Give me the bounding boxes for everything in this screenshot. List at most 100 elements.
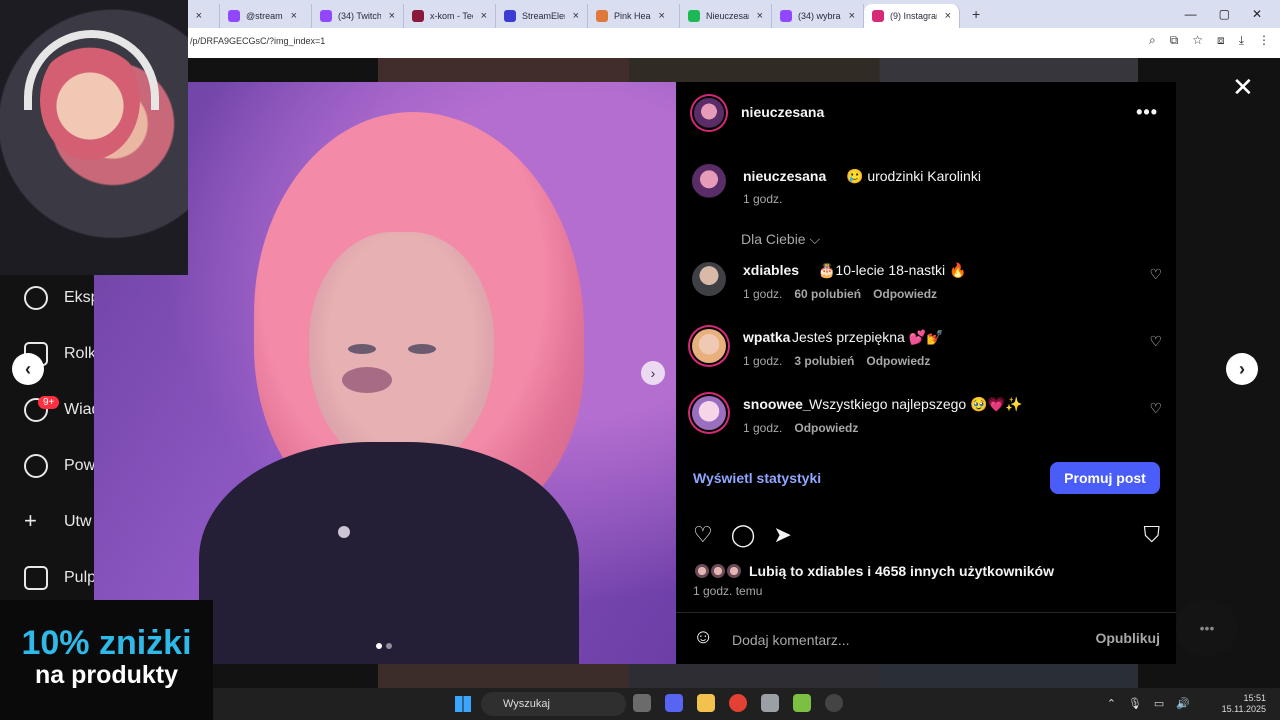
task-view-icon[interactable] xyxy=(633,694,651,712)
header-avatar[interactable] xyxy=(694,98,724,128)
comment-reply[interactable]: Odpowiedz xyxy=(866,354,930,368)
save-icon[interactable]: ⛉ xyxy=(1143,522,1160,548)
comment-avatar[interactable] xyxy=(692,329,726,363)
header-username[interactable]: nieuczesana xyxy=(741,104,824,120)
browser-tab[interactable]: Pink Hea × xyxy=(588,4,680,28)
tab-label: (34) wybrala xyxy=(798,11,841,21)
network-icon[interactable]: ▭ xyxy=(1154,697,1164,710)
zoom-icon[interactable]: ⌕ xyxy=(1149,33,1156,48)
nav-item-explore[interactable]: Eksp xyxy=(24,286,100,310)
nav-item-dashboard[interactable]: Pulp xyxy=(24,566,96,590)
comment-avatar[interactable] xyxy=(692,396,726,430)
app-icon[interactable] xyxy=(761,694,779,712)
minimize-icon[interactable]: — xyxy=(1185,7,1197,21)
tab-label: x-kom - Tech xyxy=(430,11,473,21)
taskbar-clock[interactable]: 15:51 15.11.2025 xyxy=(1222,693,1266,715)
notification-badge: 9+ xyxy=(38,396,60,409)
tab-favicon-icon xyxy=(412,10,424,22)
publish-button[interactable]: Opublikuj xyxy=(1095,630,1160,646)
tab-close-icon[interactable]: × xyxy=(849,10,855,22)
comment-reply[interactable]: Odpowiedz xyxy=(794,421,858,435)
comment-icon[interactable]: ◯ xyxy=(731,522,756,548)
menu-icon[interactable]: ⋮ xyxy=(1258,33,1270,48)
webcam-overlay xyxy=(0,0,188,275)
nav-item-notifications[interactable]: Pow xyxy=(24,454,95,478)
comment-input[interactable] xyxy=(732,628,1072,652)
chrome-icon[interactable] xyxy=(729,694,747,712)
previous-post-button[interactable]: ‹ xyxy=(12,353,44,385)
photo-mouth xyxy=(342,367,392,393)
caption-avatar[interactable] xyxy=(692,164,726,198)
microphone-icon[interactable]: 🎙 xyxy=(1128,697,1142,710)
tab-close-icon[interactable]: × xyxy=(481,10,487,22)
likes-text: Lubią to xdiables i 4658 innych użytkown… xyxy=(749,563,1054,579)
tab-label: StreamElem xyxy=(522,11,565,21)
share-icon[interactable]: ➤ xyxy=(773,522,791,548)
likes-summary[interactable]: Lubią to xdiables i 4658 innych użytkown… xyxy=(693,562,1054,580)
photo-eye xyxy=(348,344,376,354)
comment-username[interactable]: snoowee_ xyxy=(743,396,811,412)
browser-tab[interactable]: x-kom - Tech × xyxy=(404,4,496,28)
tab-close-icon[interactable]: × xyxy=(659,10,665,22)
comments-filter[interactable]: Dla Ciebie ⌵ xyxy=(741,231,820,248)
extensions-icon[interactable]: ⧈ xyxy=(1217,33,1225,48)
more-options-icon[interactable]: ••• xyxy=(1136,102,1158,123)
window-controls: — ▢ ✕ xyxy=(1185,7,1280,21)
nav-item-messages[interactable]: Wiad xyxy=(24,398,100,422)
tab-close-icon[interactable]: × xyxy=(573,10,579,22)
view-insights-link[interactable]: Wyświetl statystyki xyxy=(693,470,821,486)
photo-face xyxy=(309,232,494,472)
comment-like-icon[interactable]: ♡ xyxy=(1149,266,1162,283)
tab-close-icon[interactable]: × xyxy=(389,10,395,22)
obs-icon[interactable] xyxy=(825,694,843,712)
like-icon[interactable]: ♡ xyxy=(693,522,713,548)
bookmark-star-icon[interactable]: ☆ xyxy=(1192,33,1203,48)
new-tab-button[interactable]: + xyxy=(972,6,980,22)
photo-shirt xyxy=(199,442,579,664)
comment-username[interactable]: wpatka xyxy=(743,329,790,345)
nav-label: Utw xyxy=(64,513,92,530)
comment-username[interactable]: xdiables xyxy=(743,262,799,278)
promote-post-button[interactable]: Promuj post xyxy=(1050,462,1160,494)
clock-time: 15:51 xyxy=(1243,693,1266,703)
emoji-icon[interactable]: ☺ xyxy=(693,626,713,649)
address-bar: /p/DRFA9GECGsC/?img_index=1 ⌕ ⧉ ☆ ⧈ ⤓ ⋮ xyxy=(0,28,1280,58)
photo-next-button[interactable]: › xyxy=(641,361,665,385)
tab-close-icon[interactable]: × xyxy=(196,10,202,22)
tab-close-icon[interactable]: × xyxy=(291,10,297,22)
browser-tab[interactable]: (34) wybrala × xyxy=(772,4,864,28)
comment-reply[interactable]: Odpowiedz xyxy=(873,287,937,301)
tab-close-icon[interactable]: × xyxy=(945,10,951,22)
download-icon[interactable]: ⤓ xyxy=(1239,33,1244,48)
browser-tab[interactable]: Nieuczesana × xyxy=(680,4,772,28)
browser-tab[interactable]: (9) Instagram × xyxy=(864,4,960,28)
caption-text: 🥲 urodzinki Karolinki xyxy=(846,168,981,184)
browser-tab[interactable]: @stream × xyxy=(220,4,312,28)
screenshot-icon[interactable]: ⧉ xyxy=(1170,33,1179,48)
file-explorer-icon[interactable] xyxy=(697,694,715,712)
comment-like-icon[interactable]: ♡ xyxy=(1149,333,1162,350)
browser-tab[interactable]: StreamElem × xyxy=(496,4,588,28)
tray-chevron-icon[interactable]: ⌃ xyxy=(1107,697,1116,710)
tab-close-icon[interactable]: × xyxy=(757,10,763,22)
caption-username[interactable]: nieuczesana xyxy=(743,168,826,184)
next-post-button[interactable]: › xyxy=(1226,353,1258,385)
taskbar-search[interactable]: Wyszukaj xyxy=(481,692,626,716)
messages-bubble[interactable]: ••• xyxy=(1176,600,1238,656)
windows-start-icon[interactable] xyxy=(455,696,471,712)
comment-likes[interactable]: 3 polubień xyxy=(794,354,854,368)
comment-avatar[interactable] xyxy=(692,262,726,296)
app-icon[interactable] xyxy=(793,694,811,712)
background-grid xyxy=(378,58,1138,82)
maximize-icon[interactable]: ▢ xyxy=(1219,7,1230,21)
close-icon[interactable]: ✕ xyxy=(1232,72,1254,103)
nav-item-create[interactable]: + Utw xyxy=(24,510,92,534)
url-field[interactable]: /p/DRFA9GECGsC/?img_index=1 xyxy=(190,36,325,46)
comment-likes[interactable]: 60 polubień xyxy=(794,287,861,301)
close-window-icon[interactable]: ✕ xyxy=(1252,7,1262,21)
tab-favicon-icon xyxy=(596,10,608,22)
volume-icon[interactable]: 🔊 xyxy=(1176,697,1190,710)
browser-tab[interactable]: (34) Twitch × xyxy=(312,4,404,28)
comment-like-icon[interactable]: ♡ xyxy=(1149,400,1162,417)
discord-icon[interactable] xyxy=(665,694,683,712)
